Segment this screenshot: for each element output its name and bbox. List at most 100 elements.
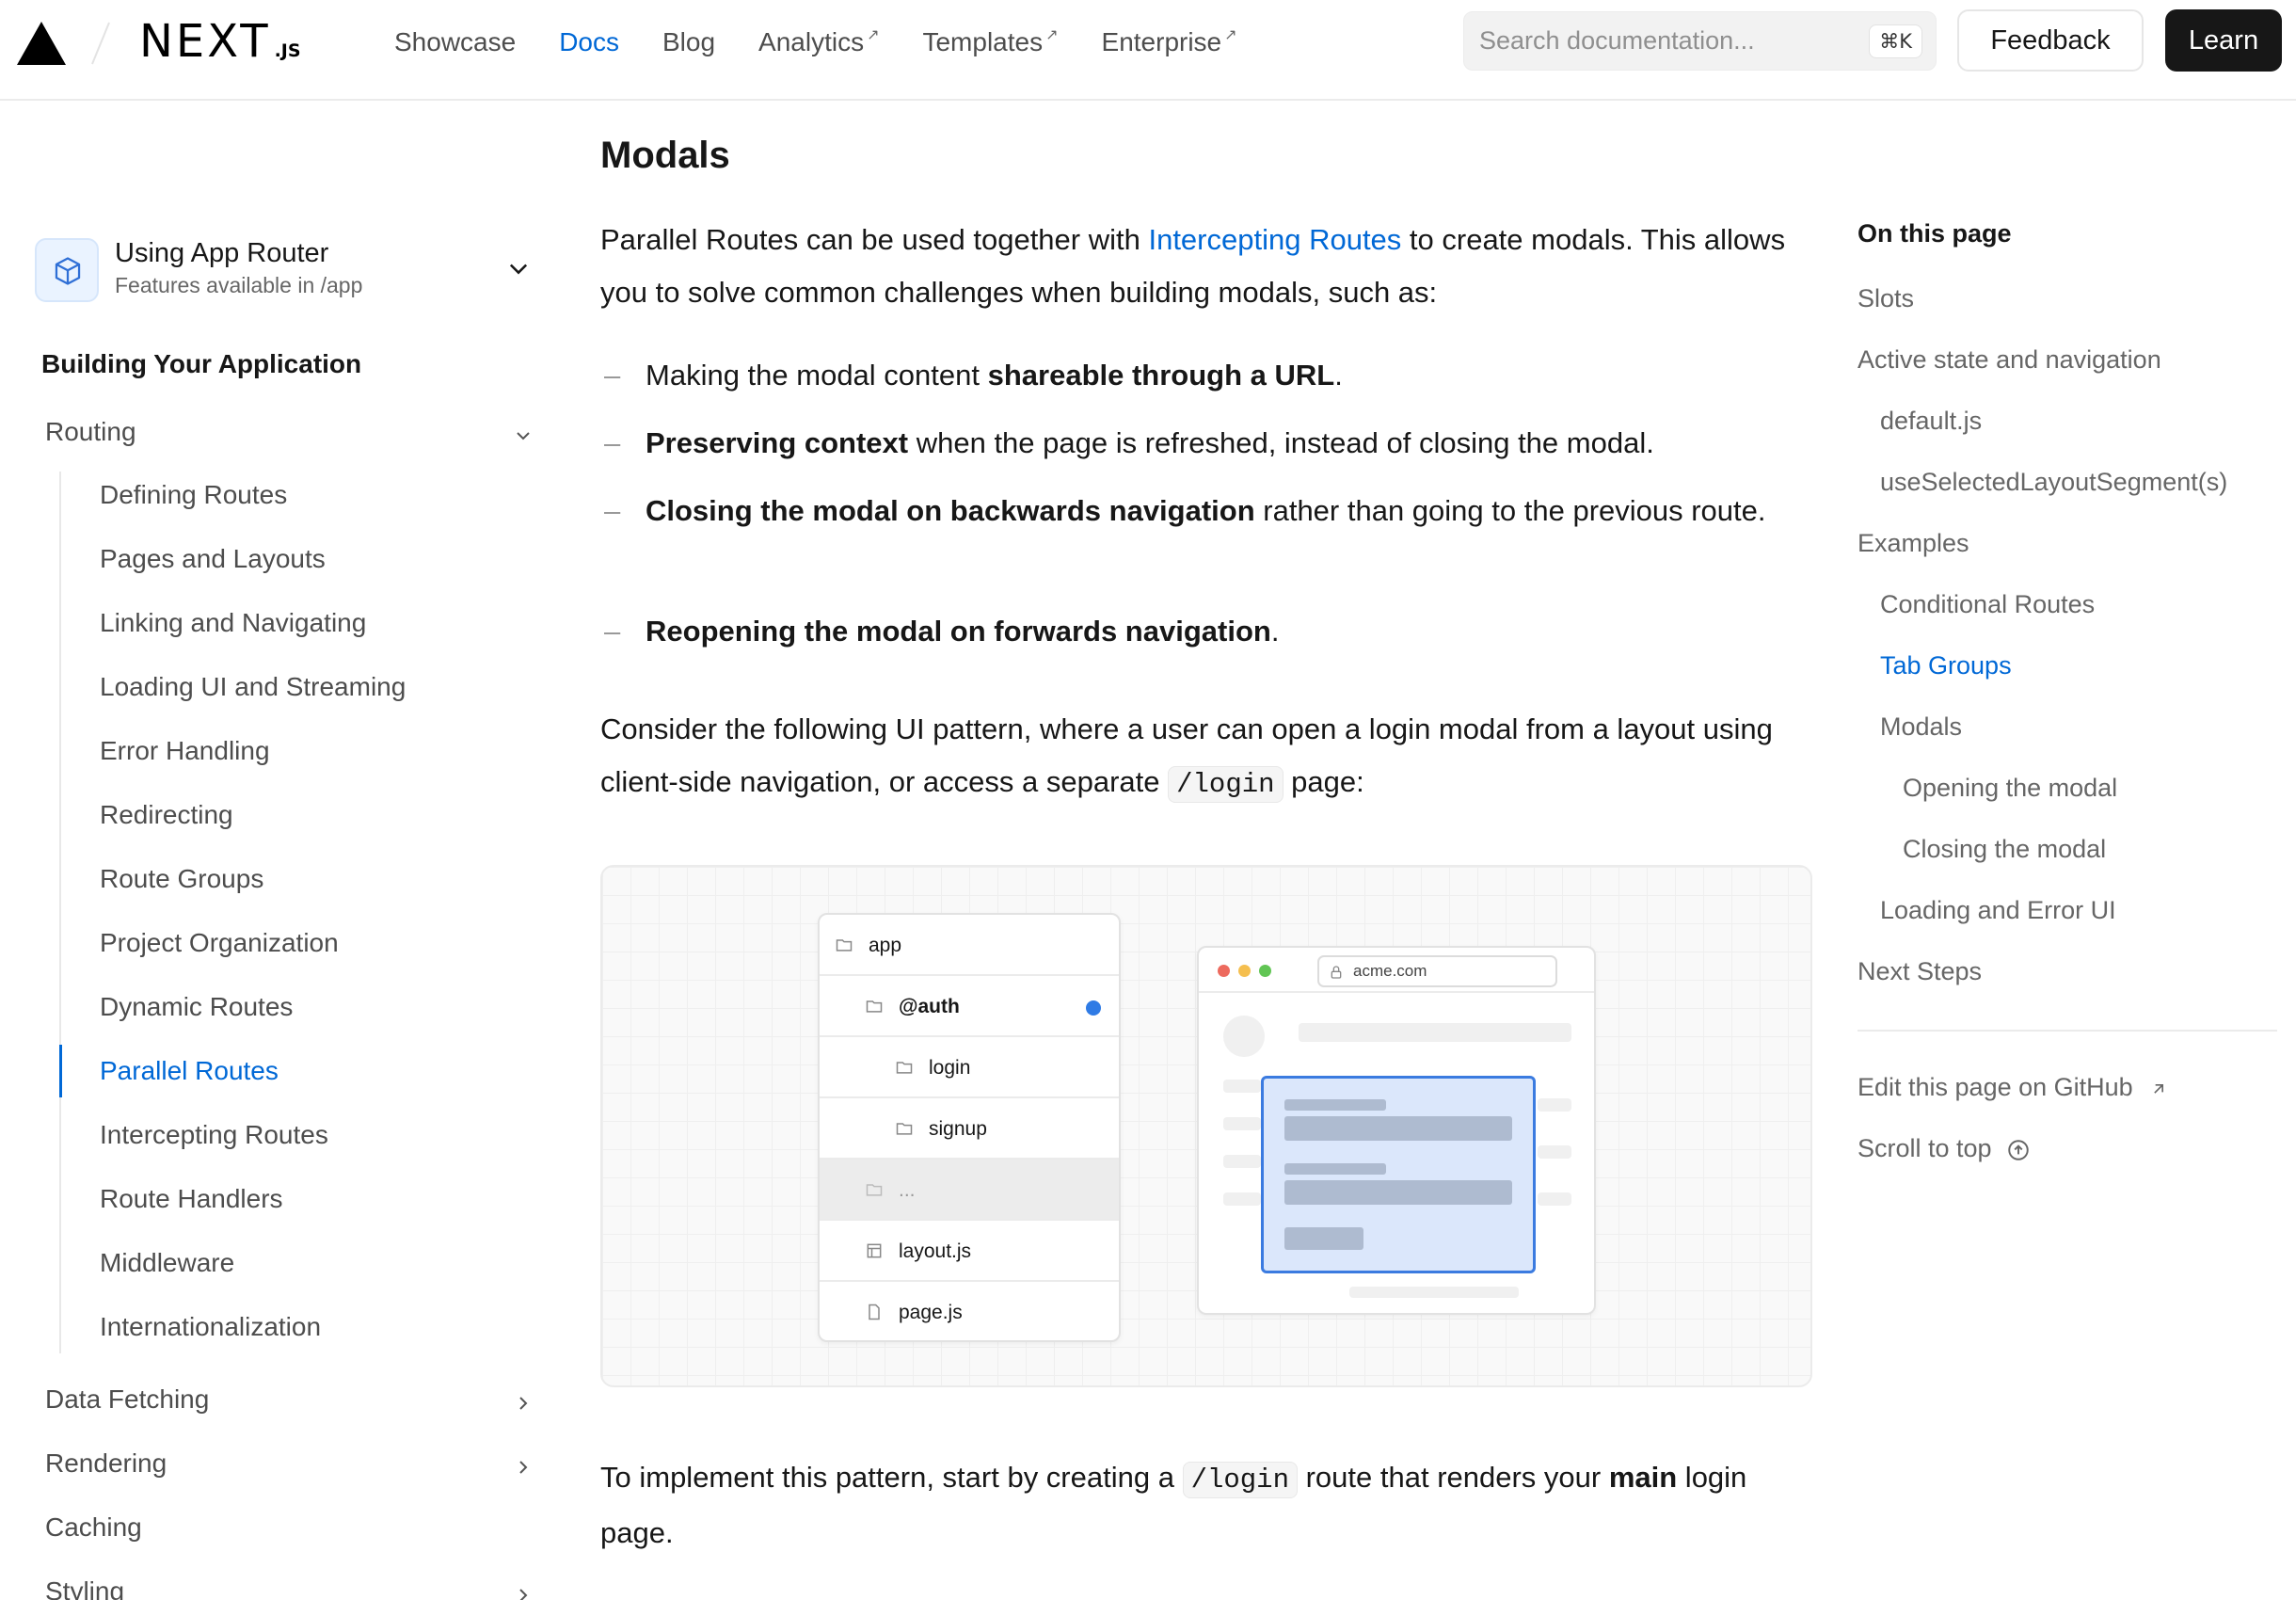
feedback-button[interactable]: Feedback (1957, 9, 2144, 72)
chevron-right-icon (519, 1461, 528, 1474)
skeleton-line (1223, 1080, 1261, 1093)
text: page: (1283, 765, 1364, 798)
scroll-to-top-link[interactable]: Scroll to top (1858, 1129, 2031, 1167)
tree-label: app (869, 935, 902, 956)
external-arrow-icon (2154, 1083, 2164, 1094)
sidebar-group-routing[interactable]: Routing (45, 417, 534, 455)
toc-item-use-selected-layout-segment[interactable]: useSelectedLayoutSegment(s) (1880, 463, 2227, 501)
nav-label: Docs (559, 27, 619, 56)
tree-row-page: page.js (820, 1282, 1119, 1340)
learn-button[interactable]: Learn (2165, 9, 2282, 72)
text: To implement this pattern, start by crea… (600, 1461, 1183, 1494)
tree-row-login: login (820, 1037, 1119, 1098)
external-link-icon: ↗ (1224, 27, 1237, 43)
sidebar-item-dynamic-routes[interactable]: Dynamic Routes (100, 988, 293, 1026)
sidebar-group-styling[interactable]: Styling (45, 1576, 534, 1600)
external-link-icon: ↗ (867, 27, 880, 43)
router-icon-box (35, 238, 99, 302)
chevron-right-icon (519, 1589, 528, 1600)
sidebar-item-pages-and-layouts[interactable]: Pages and Layouts (100, 540, 326, 578)
router-switcher[interactable]: Using App Router Features available in /… (35, 231, 543, 306)
bold-text: shareable through a URL (987, 359, 1335, 392)
sidebar-item-loading-ui[interactable]: Loading UI and Streaming (100, 668, 406, 706)
text: . (1334, 359, 1343, 392)
toc-item-active-state[interactable]: Active state and navigation (1858, 341, 2161, 378)
toc-item-closing-the-modal[interactable]: Closing the modal (1903, 830, 2106, 868)
tree-label: signup (929, 1118, 987, 1140)
search-input[interactable] (1479, 12, 1856, 70)
toc-title: On this page (1858, 219, 2012, 248)
divider-slash-icon (91, 22, 110, 65)
nav-docs[interactable]: Docs (559, 27, 619, 57)
sidebar-group-caching[interactable]: Caching (45, 1512, 534, 1550)
toc-item-next-steps[interactable]: Next Steps (1858, 952, 1982, 990)
active-indicator (59, 1045, 62, 1097)
list-item: – Making the modal content shareable thro… (600, 349, 1814, 402)
tree-row-app: app (820, 915, 1119, 976)
sidebar-item-internationalization[interactable]: Internationalization (100, 1308, 321, 1346)
toc-item-examples[interactable]: Examples (1858, 524, 1969, 562)
skeleton-avatar (1223, 1016, 1265, 1057)
section-title: Building Your Application (41, 349, 362, 378)
sidebar-item-middleware[interactable]: Middleware (100, 1244, 234, 1282)
list-item: – Reopening the modal on forwards navigat… (600, 605, 1814, 658)
browser-toolbar: acme.com (1199, 948, 1594, 993)
nav-analytics[interactable]: Analytics ↗ (758, 27, 879, 57)
tree-label: layout.js (899, 1240, 972, 1262)
skeleton-line (1538, 1098, 1571, 1112)
text: Parallel Routes can be used together wit… (600, 223, 1149, 256)
intercepting-routes-link[interactable]: Intercepting Routes (1148, 223, 1401, 256)
scroll-label: Scroll to top (1858, 1134, 1992, 1162)
layout-file-icon (867, 1243, 882, 1258)
bold-text: Reopening the modal on forwards navigati… (646, 615, 1271, 648)
sidebar-item-defining-routes[interactable]: Defining Routes (100, 476, 287, 514)
text: . (1270, 615, 1280, 648)
tree-label: login (929, 1057, 971, 1079)
folder-icon (896, 1123, 913, 1135)
sidebar-group-rendering[interactable]: Rendering (45, 1448, 534, 1486)
skeleton-line (1349, 1287, 1519, 1298)
external-link-icon: ↗ (1045, 27, 1059, 43)
sidebar-item-redirecting[interactable]: Redirecting (100, 796, 233, 834)
brand-name: NEXT (139, 15, 271, 68)
group-label: Routing (45, 417, 136, 446)
folder-icon (866, 1000, 883, 1013)
skeleton-line (1223, 1155, 1261, 1168)
toc-item-default-js[interactable]: default.js (1880, 402, 1982, 440)
nav-templates[interactable]: Templates ↗ (922, 27, 1058, 57)
folder-icon (836, 939, 853, 952)
toc-item-slots[interactable]: Slots (1858, 280, 1914, 317)
sidebar-item-error-handling[interactable]: Error Handling (100, 732, 270, 770)
toc-item-conditional-routes[interactable]: Conditional Routes (1880, 585, 2095, 623)
nextjs-logo[interactable]: NEXT .JS (139, 13, 301, 79)
bold-text: Preserving context (646, 426, 909, 459)
sidebar-item-route-groups[interactable]: Route Groups (100, 860, 263, 898)
nav-label: Templates (922, 27, 1044, 56)
vercel-logo-icon[interactable] (17, 22, 66, 65)
sidebar-item-linking-and-navigating[interactable]: Linking and Navigating (100, 604, 366, 642)
sidebar-item-route-handlers[interactable]: Route Handlers (100, 1180, 283, 1218)
toc-item-modals[interactable]: Modals (1880, 708, 1962, 745)
skeleton-line (1223, 1117, 1261, 1130)
nav-blog[interactable]: Blog (662, 27, 715, 57)
folder-icon (896, 1062, 913, 1074)
nav-showcase[interactable]: Showcase (394, 27, 516, 57)
tree-label: @auth (899, 996, 960, 1017)
toc-item-opening-the-modal[interactable]: Opening the modal (1903, 769, 2117, 807)
toc-item-tab-groups[interactable]: Tab Groups (1880, 647, 2012, 684)
login-modal-mockup (1261, 1076, 1536, 1273)
search-box[interactable]: ⌘K (1463, 11, 1937, 71)
modal-skeleton-line (1284, 1163, 1386, 1175)
edit-on-github-link[interactable]: Edit this page on GitHub (1858, 1068, 2168, 1106)
sidebar-item-intercepting-routes[interactable]: Intercepting Routes (100, 1116, 328, 1154)
window-maximize-dot (1259, 965, 1271, 977)
url-text: acme.com (1353, 962, 1427, 980)
tree-label: page.js (899, 1302, 963, 1323)
sidebar-item-parallel-routes[interactable]: Parallel Routes (100, 1052, 279, 1090)
nav-enterprise[interactable]: Enterprise ↗ (1102, 27, 1237, 57)
sidebar-group-data-fetching[interactable]: Data Fetching (45, 1384, 534, 1422)
bullet-dash: – (604, 426, 621, 459)
toc-item-loading-and-error-ui[interactable]: Loading and Error UI (1880, 891, 2116, 929)
sidebar-item-project-organization[interactable]: Project Organization (100, 924, 339, 962)
skeleton-line (1538, 1192, 1571, 1206)
